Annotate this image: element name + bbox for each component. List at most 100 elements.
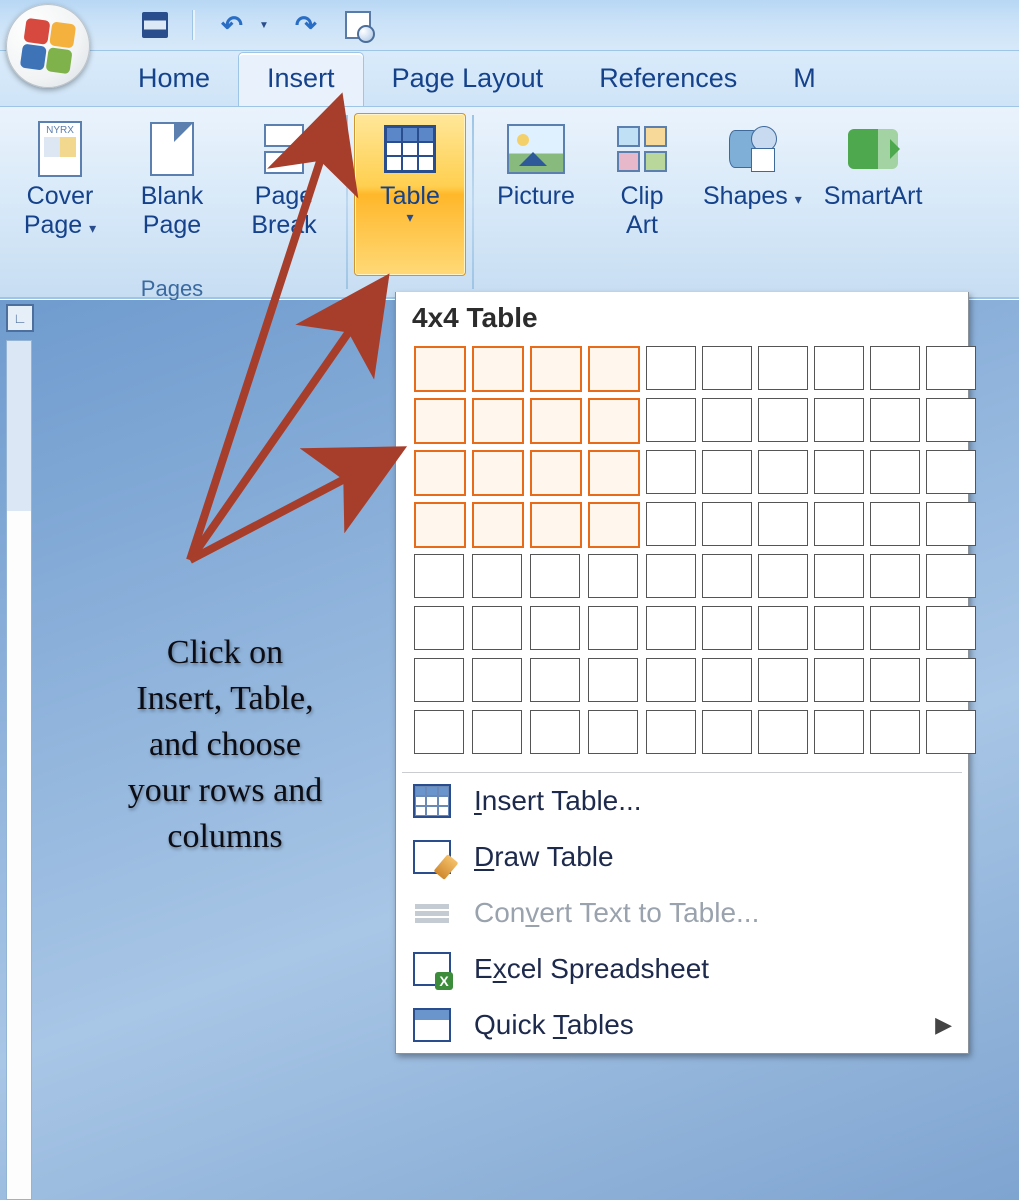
ruler-corner[interactable]: ∟ <box>6 304 34 332</box>
undo-button[interactable]: ↶ <box>217 10 247 40</box>
table-grid-cell[interactable] <box>414 398 466 444</box>
table-grid-cell[interactable] <box>530 554 580 598</box>
blank-page-button[interactable]: Blank Page <box>116 113 228 276</box>
table-grid-cell[interactable] <box>870 606 920 650</box>
table-grid-cell[interactable] <box>814 554 864 598</box>
table-grid-cell[interactable] <box>758 398 808 442</box>
table-grid-cell[interactable] <box>926 606 976 650</box>
table-grid-cell[interactable] <box>472 658 522 702</box>
table-grid-cell[interactable] <box>472 450 524 496</box>
table-grid-cell[interactable] <box>530 710 580 754</box>
table-grid-cell[interactable] <box>530 658 580 702</box>
cover-page-button[interactable]: NYRX Cover Page ▾ <box>4 113 116 276</box>
table-grid-cell[interactable] <box>814 606 864 650</box>
table-grid-cell[interactable] <box>926 554 976 598</box>
table-grid-cell[interactable] <box>588 606 638 650</box>
table-grid-cell[interactable] <box>588 502 640 548</box>
excel-spreadsheet-item[interactable]: Excel Spreadsheet <box>396 941 968 997</box>
table-grid-cell[interactable] <box>530 398 582 444</box>
table-grid-cell[interactable] <box>926 398 976 442</box>
table-grid-cell[interactable] <box>758 502 808 546</box>
draw-table-item[interactable]: Draw Table <box>396 829 968 885</box>
table-grid-cell[interactable] <box>646 450 696 494</box>
tab-references[interactable]: References <box>571 53 765 106</box>
undo-dropdown[interactable]: ▼ <box>259 20 269 31</box>
table-grid-cell[interactable] <box>646 710 696 754</box>
table-grid-cell[interactable] <box>414 554 464 598</box>
table-grid-cell[interactable] <box>530 502 582 548</box>
table-grid-cell[interactable] <box>702 398 752 442</box>
table-grid-cell[interactable] <box>472 710 522 754</box>
table-grid-cell[interactable] <box>646 554 696 598</box>
table-grid-cell[interactable] <box>870 346 920 390</box>
table-grid-cell[interactable] <box>870 502 920 546</box>
table-grid-cell[interactable] <box>758 658 808 702</box>
table-grid-cell[interactable] <box>530 450 582 496</box>
table-grid-cell[interactable] <box>814 658 864 702</box>
table-grid-cell[interactable] <box>870 658 920 702</box>
save-button[interactable] <box>140 10 170 40</box>
tab-insert[interactable]: Insert <box>238 52 364 106</box>
table-grid-cell[interactable] <box>702 710 752 754</box>
table-grid-cell[interactable] <box>814 346 864 390</box>
table-grid-cell[interactable] <box>926 710 976 754</box>
table-grid-cell[interactable] <box>926 450 976 494</box>
table-grid-cell[interactable] <box>414 450 466 496</box>
tab-page-layout[interactable]: Page Layout <box>364 53 572 106</box>
tab-home[interactable]: Home <box>110 53 238 106</box>
table-grid-cell[interactable] <box>926 346 976 390</box>
table-grid-cell[interactable] <box>870 450 920 494</box>
table-grid-cell[interactable] <box>758 606 808 650</box>
table-grid-cell[interactable] <box>588 554 638 598</box>
table-grid-cell[interactable] <box>530 606 580 650</box>
table-grid-cell[interactable] <box>646 658 696 702</box>
table-grid-cell[interactable] <box>758 346 808 390</box>
quick-tables-item[interactable]: Quick Tables ▶ <box>396 997 968 1053</box>
table-grid-cell[interactable] <box>646 346 696 390</box>
table-grid-cell[interactable] <box>588 450 640 496</box>
page-break-button[interactable]: Page Break <box>228 113 340 276</box>
shapes-button[interactable]: Shapes ▾ <box>692 113 813 276</box>
table-grid-cell[interactable] <box>702 502 752 546</box>
table-grid-cell[interactable] <box>870 554 920 598</box>
redo-button[interactable]: ↶ <box>291 10 321 40</box>
table-size-grid[interactable] <box>396 342 968 772</box>
table-grid-cell[interactable] <box>870 710 920 754</box>
table-grid-cell[interactable] <box>414 710 464 754</box>
table-grid-cell[interactable] <box>814 398 864 442</box>
table-grid-cell[interactable] <box>702 658 752 702</box>
table-grid-cell[interactable] <box>758 554 808 598</box>
table-grid-cell[interactable] <box>814 450 864 494</box>
table-grid-cell[interactable] <box>472 502 524 548</box>
table-grid-cell[interactable] <box>414 502 466 548</box>
table-grid-cell[interactable] <box>588 398 640 444</box>
table-grid-cell[interactable] <box>926 502 976 546</box>
table-grid-cell[interactable] <box>588 346 640 392</box>
table-grid-cell[interactable] <box>702 606 752 650</box>
table-grid-cell[interactable] <box>414 606 464 650</box>
smartart-button[interactable]: SmartArt <box>813 113 924 276</box>
table-grid-cell[interactable] <box>472 398 524 444</box>
table-grid-cell[interactable] <box>758 450 808 494</box>
table-grid-cell[interactable] <box>870 398 920 442</box>
table-grid-cell[interactable] <box>472 606 522 650</box>
print-preview-button[interactable] <box>343 10 373 40</box>
table-grid-cell[interactable] <box>758 710 808 754</box>
table-grid-cell[interactable] <box>646 606 696 650</box>
insert-table-item[interactable]: Insert Table... <box>396 773 968 829</box>
tab-more[interactable]: M <box>765 53 824 106</box>
table-grid-cell[interactable] <box>588 710 638 754</box>
table-grid-cell[interactable] <box>472 554 522 598</box>
table-grid-cell[interactable] <box>414 346 466 392</box>
table-grid-cell[interactable] <box>646 398 696 442</box>
table-grid-cell[interactable] <box>814 502 864 546</box>
table-grid-cell[interactable] <box>472 346 524 392</box>
table-grid-cell[interactable] <box>646 502 696 546</box>
office-button[interactable] <box>6 4 90 88</box>
table-grid-cell[interactable] <box>414 658 464 702</box>
table-grid-cell[interactable] <box>702 346 752 390</box>
table-button[interactable]: Table ▾ <box>354 113 466 276</box>
table-grid-cell[interactable] <box>530 346 582 392</box>
picture-button[interactable]: Picture <box>480 113 592 276</box>
table-grid-cell[interactable] <box>702 554 752 598</box>
